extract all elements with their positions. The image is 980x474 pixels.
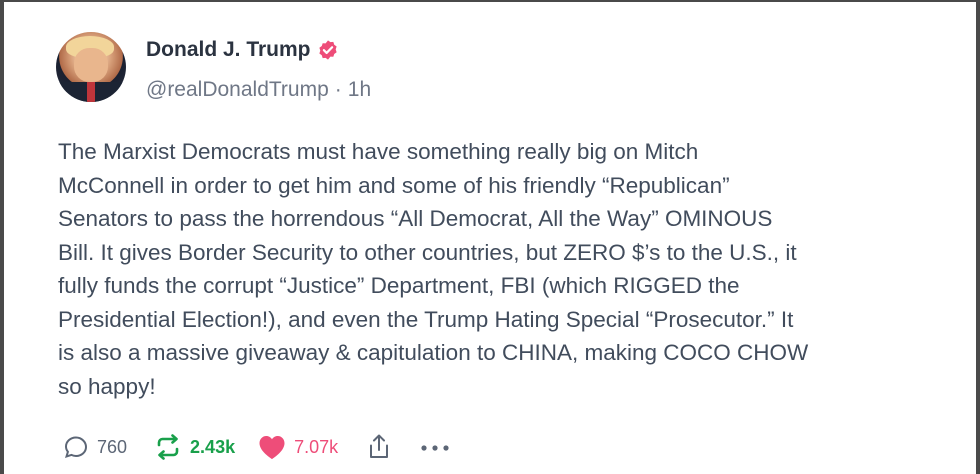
post-text: The Marxist Democrats must have somethin… — [58, 139, 809, 399]
author-handle[interactable]: @realDonaldTrump — [146, 78, 329, 102]
repost-icon — [153, 433, 183, 461]
author-handle-row: @realDonaldTrump · 1h — [146, 78, 371, 102]
share-button[interactable] — [366, 433, 392, 461]
avatar[interactable] — [56, 32, 126, 102]
like-count: 7.07k — [294, 436, 339, 457]
avatar-face — [74, 48, 108, 82]
verified-badge-icon — [317, 39, 339, 61]
more-dots-icon — [418, 433, 452, 461]
author-display-name[interactable]: Donald J. Trump — [146, 38, 311, 62]
meta-separator: · — [334, 78, 342, 101]
repost-button[interactable]: 2.43k — [153, 433, 235, 461]
comment-icon — [62, 433, 90, 461]
heart-icon — [257, 433, 287, 461]
reply-count: 760 — [97, 436, 128, 457]
share-icon — [366, 433, 392, 461]
repost-count: 2.43k — [190, 436, 236, 457]
post-card: Donald J. Trump @realDonaldTrump · 1h Th… — [0, 0, 980, 474]
more-options-button[interactable] — [418, 433, 452, 461]
like-button[interactable]: 7.07k — [257, 433, 338, 461]
author-name-row: Donald J. Trump — [146, 38, 339, 62]
avatar-tie — [87, 82, 95, 102]
post-time[interactable]: 1h — [348, 78, 371, 102]
reply-button[interactable]: 760 — [62, 433, 127, 461]
action-bar: 760 2.43k 7.07k — [62, 430, 452, 464]
